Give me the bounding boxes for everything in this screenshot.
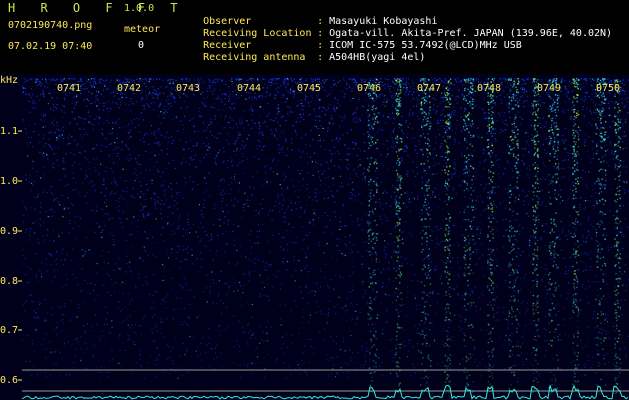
time-tick-label: 0749: [537, 83, 561, 94]
spectrogram: kHz 1.1 1.0 0.9 0.8 0.7 0.6 0741 0742 0743 0744 0…: [0, 74, 629, 400]
meteor-count: 0: [138, 40, 145, 51]
info-value: A504HB(yagi 4el): [329, 52, 426, 63]
freq-tick-label: 0.8: [0, 276, 18, 287]
freq-tick-label: 0.9: [0, 226, 18, 237]
meteor-label: meteor: [124, 24, 161, 35]
time-tick-label: 0742: [117, 83, 141, 94]
time-tick-label: 0748: [477, 83, 501, 94]
time-tick-label: 0743: [176, 83, 200, 94]
timestamp: 07.02.19 07:40: [8, 41, 93, 52]
freq-tick-label: 0.6: [0, 375, 18, 386]
freq-tick-label: 1.0: [0, 176, 18, 187]
info-key: Receiving antenna: [203, 52, 306, 63]
freq-tick-label: 0.7: [0, 325, 18, 336]
app-version: 1.0.0: [124, 3, 155, 14]
time-tick-label: 0747: [417, 83, 441, 94]
info-sep: :: [317, 52, 324, 63]
station-row-antenna: Receiving antenna: A504HB(yagi 4el): [179, 40, 425, 76]
file-name: 0702190740.png: [8, 20, 93, 31]
time-tick-label: 0746: [357, 83, 381, 94]
time-tick-label: 0750: [596, 83, 620, 94]
time-tick-label: 0741: [57, 83, 81, 94]
app-title: H R O F F T: [8, 1, 187, 15]
station-info: Observer: Masayuki Kobayashi Receiving Lo…: [179, 4, 612, 64]
freq-unit-label: kHz: [0, 75, 18, 86]
freq-tick-label: 1.1: [0, 126, 18, 137]
time-tick-label: 0745: [297, 83, 321, 94]
time-tick-label: 0744: [237, 83, 261, 94]
